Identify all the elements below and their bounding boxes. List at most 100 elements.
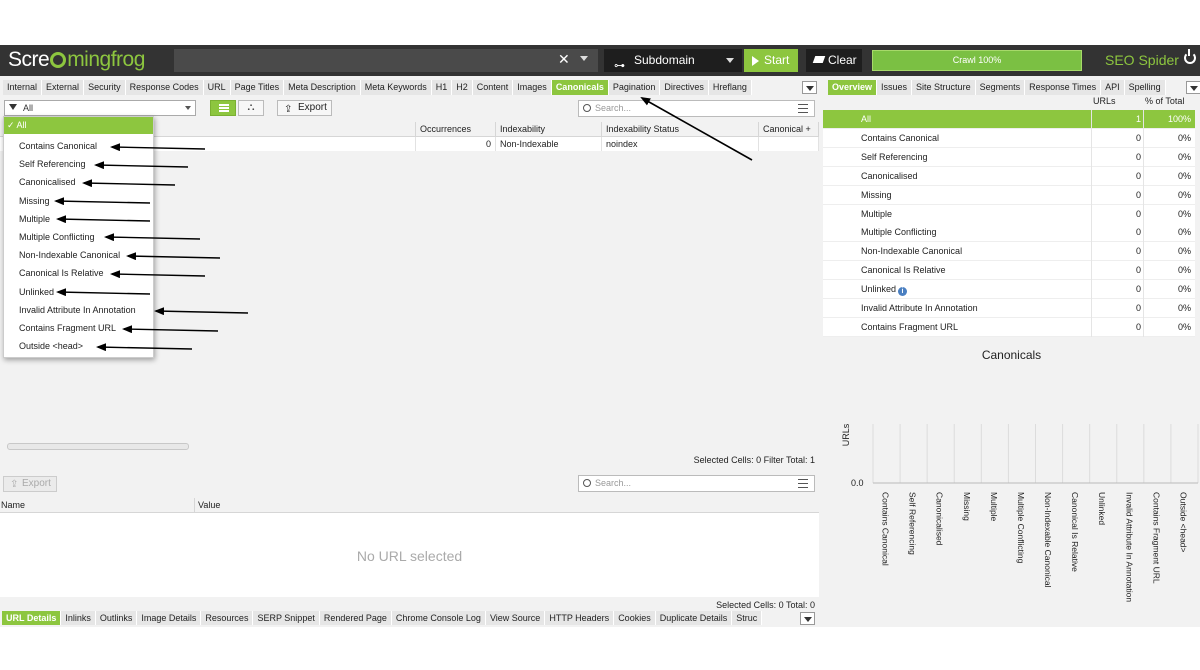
- tab-meta-keywords[interactable]: Meta Keywords: [360, 80, 432, 95]
- tab-directives[interactable]: Directives: [660, 80, 709, 95]
- url-history-dropdown-icon[interactable]: [580, 56, 588, 61]
- tab-resources[interactable]: Resources: [201, 611, 254, 625]
- filter-option-contains-canonical[interactable]: Contains Canonical: [4, 137, 153, 155]
- filter-option-outside-head[interactable]: Outside <head>: [4, 337, 153, 355]
- list-view-button[interactable]: [210, 100, 236, 116]
- table-cell-occurrences[interactable]: 0: [416, 137, 496, 151]
- column-header-occurrences[interactable]: Occurrences: [416, 122, 496, 137]
- tab-response-times[interactable]: Response Times: [1025, 80, 1102, 95]
- tab-h1[interactable]: H1: [431, 80, 453, 95]
- tab-content[interactable]: Content: [472, 80, 514, 95]
- tab-outlinks[interactable]: Outlinks: [95, 611, 138, 625]
- tab-hreflang[interactable]: Hreflang: [708, 80, 752, 95]
- tab-view-source[interactable]: View Source: [485, 611, 546, 625]
- column-header-canonical[interactable]: Canonical +: [759, 122, 819, 137]
- tab-canonicals[interactable]: Canonicals: [551, 80, 609, 95]
- tab-page-titles[interactable]: Page Titles: [230, 80, 285, 95]
- filter-option-multiple-conflicting[interactable]: Multiple Conflicting: [4, 228, 153, 246]
- overview-row[interactable]: Invalid Attribute In Annotation 0 0%: [823, 299, 1195, 318]
- table-cell-canonical[interactable]: [759, 137, 819, 151]
- empty-state-message: No URL selected: [356, 548, 463, 564]
- overview-row[interactable]: Self Referencing 0 0%: [823, 147, 1195, 167]
- filter-option-canonicalised[interactable]: Canonicalised: [4, 173, 153, 191]
- overview-row[interactable]: Contains Canonical 0 0%: [823, 128, 1195, 148]
- tab-api[interactable]: API: [1101, 80, 1125, 95]
- tab-http-headers[interactable]: HTTP Headers: [545, 611, 615, 625]
- tab-duplicate-details[interactable]: Duplicate Details: [655, 611, 733, 625]
- overview-row[interactable]: All 1 100%: [823, 110, 1195, 129]
- clear-button[interactable]: Clear: [806, 49, 862, 72]
- tab-site-structure[interactable]: Site Structure: [912, 80, 976, 95]
- tab-url[interactable]: URL: [203, 80, 231, 95]
- clear-url-icon[interactable]: ✕: [558, 51, 570, 68]
- tab-inlinks[interactable]: Inlinks: [61, 611, 96, 625]
- tab-serp-snippet[interactable]: SERP Snippet: [253, 611, 320, 625]
- tab-pagination[interactable]: Pagination: [608, 80, 661, 95]
- tab-image-details[interactable]: Image Details: [137, 611, 202, 625]
- overview-row[interactable]: Contains Fragment URL 0 0%: [823, 317, 1195, 337]
- overview-row[interactable]: Non-Indexable Canonical 0 0%: [823, 242, 1195, 262]
- tab-spelling[interactable]: Spelling: [1124, 80, 1166, 95]
- tree-view-button[interactable]: ⛬: [238, 100, 264, 116]
- power-icon[interactable]: [1184, 49, 1196, 64]
- filter-option-invalid-attribute-in-annotation[interactable]: Invalid Attribute In Annotation: [4, 301, 153, 319]
- search-options-icon[interactable]: [798, 479, 808, 488]
- search-options-icon[interactable]: [798, 104, 808, 113]
- tab-external[interactable]: External: [42, 80, 85, 95]
- column-header-indexability[interactable]: Indexability: [496, 122, 602, 137]
- overview-row-label: All: [861, 114, 872, 124]
- filter-option-multiple[interactable]: Multiple: [4, 210, 153, 228]
- filter-option-canonical-is-relative[interactable]: Canonical Is Relative: [4, 264, 153, 282]
- tab-cookies[interactable]: Cookies: [614, 611, 656, 625]
- table-cell-indexability-status[interactable]: noindex: [602, 137, 759, 151]
- column-header-urls[interactable]: URLs: [1093, 96, 1116, 106]
- search-input[interactable]: Search...: [578, 100, 815, 117]
- overview-row[interactable]: Multiple 0 0%: [823, 204, 1195, 224]
- filter-option-missing[interactable]: Missing: [4, 192, 153, 210]
- filter-option-unlinked[interactable]: Unlinked: [4, 283, 153, 301]
- filter-option-self-referencing[interactable]: Self Referencing: [4, 155, 153, 173]
- filter-icon: [9, 104, 17, 110]
- column-header-indexability-status[interactable]: Indexability Status: [602, 122, 759, 137]
- scrollbar-thumb[interactable]: [7, 443, 189, 450]
- details-export-button[interactable]: ⇪ Export: [3, 476, 57, 492]
- tab-meta-description[interactable]: Meta Description: [284, 80, 361, 95]
- tab-chrome-console-log[interactable]: Chrome Console Log: [391, 611, 486, 625]
- column-header-name[interactable]: Name: [1, 498, 25, 513]
- filter-option-all[interactable]: ✓ All: [4, 117, 153, 134]
- tab-internal[interactable]: Internal: [3, 80, 43, 95]
- overview-row[interactable]: Canonical Is Relative 0 0%: [823, 261, 1195, 281]
- column-header-value[interactable]: Value: [194, 498, 220, 513]
- horizontal-scrollbar[interactable]: [0, 442, 819, 452]
- column-header-percent[interactable]: % of Total: [1145, 96, 1184, 106]
- tab-security[interactable]: Security: [84, 80, 126, 95]
- url-input[interactable]: [174, 49, 598, 72]
- tab-struc[interactable]: Struc: [732, 611, 763, 625]
- overview-row[interactable]: Missing 0 0%: [823, 185, 1195, 205]
- overview-row[interactable]: Canonicalised 0 0%: [823, 166, 1195, 186]
- tab-overview[interactable]: Overview: [828, 80, 878, 95]
- start-button[interactable]: Start: [744, 49, 798, 72]
- tab-segments[interactable]: Segments: [975, 80, 1026, 95]
- filter-option-non-indexable-canonical[interactable]: Non-Indexable Canonical: [4, 246, 153, 264]
- more-right-tabs-dropdown-icon[interactable]: [1186, 81, 1200, 94]
- tab-issues[interactable]: Issues: [877, 80, 913, 95]
- tab-h2[interactable]: H2: [452, 80, 473, 95]
- filter-select[interactable]: All: [4, 100, 196, 116]
- overview-row-percent: 0%: [1143, 223, 1191, 243]
- overview-row[interactable]: Multiple Conflicting 0 0%: [823, 223, 1195, 243]
- tab-rendered-page[interactable]: Rendered Page: [319, 611, 392, 625]
- filter-option-contains-fragment-url[interactable]: Contains Fragment URL: [4, 319, 153, 337]
- crawl-mode-select[interactable]: ⊶ Subdomain: [604, 49, 742, 72]
- more-details-tabs-dropdown-icon[interactable]: [800, 612, 815, 625]
- details-search-input[interactable]: Search...: [578, 475, 815, 492]
- add-column-icon[interactable]: +: [806, 124, 811, 134]
- table-cell-indexability[interactable]: Non-Indexable: [496, 137, 602, 151]
- tab-images[interactable]: Images: [513, 80, 552, 95]
- overview-row[interactable]: Unlinked i 0 0%: [823, 280, 1195, 300]
- export-button[interactable]: ⇪ Export: [277, 100, 332, 116]
- more-tabs-dropdown-icon[interactable]: [802, 81, 817, 94]
- info-icon[interactable]: i: [898, 287, 908, 297]
- tab-url-details[interactable]: URL Details: [2, 611, 62, 625]
- tab-response-codes[interactable]: Response Codes: [125, 80, 204, 95]
